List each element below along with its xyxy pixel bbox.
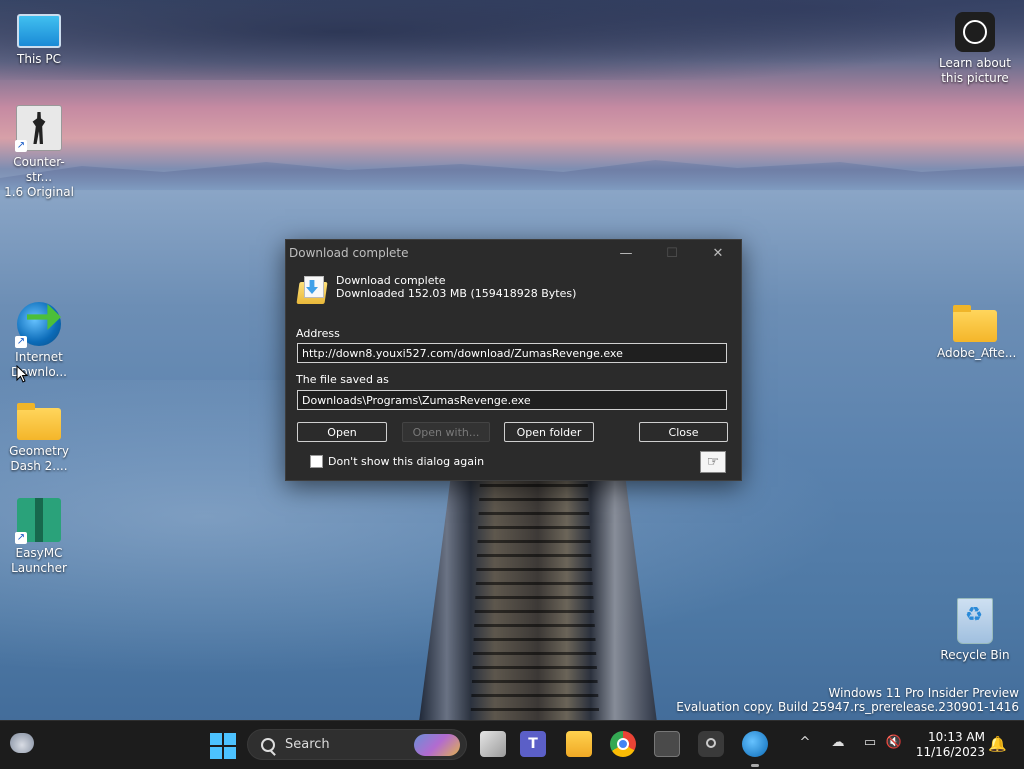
desktop-icon-label: This PC [17,52,61,66]
teams-icon[interactable]: T [520,731,546,757]
maximize-icon: ☐ [666,245,678,261]
network-icon[interactable]: ▭ [860,735,880,750]
desktop-icon-label: Learn about [939,56,1011,70]
internet-download-manager-icon: ↗ [15,302,61,348]
desktop-icon-recycle-bin[interactable]: Recycle Bin [937,598,1013,663]
mouse-cursor-icon [16,365,28,383]
desktop-icon-label: EasyMC [15,546,63,560]
calculator-icon[interactable] [654,731,680,757]
search-label: Search [285,737,330,752]
volume-muted-icon[interactable]: 🔇 [884,735,904,750]
address-field[interactable] [297,343,727,363]
open-with-button[interactable]: Open with... [402,422,490,442]
folder-icon [953,305,997,342]
recycle-bin-icon [957,598,993,644]
windows-watermark: Windows 11 Pro Insider Preview Evaluatio… [676,686,1019,714]
cloud-offline-icon[interactable]: ☁ [828,735,848,750]
desktop-icon-label: Internet [15,350,63,364]
download-complete-dialog: Download complete — ☐ ✕ Download complet… [285,239,742,481]
minimize-button[interactable]: — [603,240,649,266]
desktop-icon-easymc[interactable]: ↗ EasyMC Launcher [1,498,77,576]
clock-time: 10:13 AM [928,730,985,744]
shortcut-arrow-icon: ↗ [15,336,27,348]
wallpaper-clouds [0,0,1024,80]
running-indicator [751,764,759,767]
close-window-button[interactable]: ✕ [695,240,741,266]
desktop-icon-label: 1.6 Original [4,185,74,199]
dont-show-again-checkbox[interactable] [310,455,323,468]
open-button[interactable]: Open [297,422,387,442]
search-icon [261,737,275,752]
watermark-edition: Windows 11 Pro Insider Preview [828,686,1019,700]
close-icon: ✕ [712,245,724,261]
desktop-icon-label: this picture [941,71,1009,85]
dont-show-again-label: Don't show this dialog again [328,455,485,468]
internet-download-manager-taskbar-icon[interactable] [742,731,768,757]
camera-info-icon [955,12,995,52]
chrome-icon[interactable] [610,731,636,757]
folder-icon [17,403,61,440]
shortcut-arrow-icon: ↗ [15,140,27,152]
dialog-header: Download complete Downloaded 152.03 MB (… [296,274,576,306]
desktop-icon-label: Downlo... [11,365,67,379]
dialog-heading: Download complete [336,274,446,287]
address-label: Address [296,327,340,340]
dialog-titlebar[interactable]: Download complete — ☐ ✕ [286,240,741,266]
gift-box-icon: ↗ [15,498,61,544]
close-button[interactable]: Close [639,422,728,442]
task-view-icon[interactable] [480,731,506,757]
saved-path-field[interactable] [297,390,727,410]
this-pc-icon [17,14,61,48]
watermark-build: Evaluation copy. Build 25947.rs_prerelea… [676,700,1019,714]
open-folder-button[interactable]: Open folder [504,422,594,442]
desktop-icon-learn-about-picture[interactable]: Learn about this picture [937,12,1013,86]
search-highlight-icon [414,733,460,756]
taskbar-clock[interactable]: 10:13 AM 11/16/2023 [905,730,985,760]
notification-bell-icon[interactable]: 🔔 [988,735,1007,753]
desktop-icon-label: Launcher [11,561,67,575]
wallpaper-pier-planks [470,470,600,730]
desktop-icon-this-pc[interactable]: This PC [1,10,77,67]
dont-show-again-row[interactable]: Don't show this dialog again [310,455,484,468]
desktop-icon-label: Dash 2.... [10,459,68,473]
shortcut-arrow-icon: ↗ [15,532,27,544]
weather-widget-icon[interactable] [10,733,34,753]
taskbar-search-box[interactable]: Search [247,729,467,760]
tray-chevron-icon[interactable]: ^ [795,735,815,750]
download-size-text: Downloaded 152.03 MB (159418928 Bytes) [336,287,577,300]
minimize-icon: — [619,245,633,261]
desktop-icon-label: Recycle Bin [940,648,1010,662]
counter-strike-icon: ↗ [15,105,62,152]
desktop-icon-counter-strike[interactable]: ↗ Counter-str... 1.6 Original [1,105,77,200]
desktop-icon-label: Counter-str... [13,155,65,184]
start-button[interactable] [210,733,236,759]
desktop-icon-label: Adobe_Afte... [937,346,1017,360]
hand-pointer-icon[interactable]: ☞ [700,451,726,473]
dialog-title: Download complete [289,246,409,260]
desktop-icon-internet-download-manager[interactable]: ↗ Internet Downlo... [1,302,77,380]
maximize-button[interactable]: ☐ [649,240,695,266]
saved-as-label: The file saved as [296,373,389,386]
desktop-icon-adobe-after[interactable]: Adobe_Afte... [937,302,1017,361]
clock-date: 11/16/2023 [915,745,985,759]
wallpaper-mountains [0,160,1024,190]
taskbar: Search T ^ ☁ ▭ 🔇 10:13 AM 11/16/2023 🔔 [0,720,1024,769]
desktop-icon-label: Geometry [9,444,69,458]
file-explorer-icon[interactable] [566,731,592,757]
download-folder-icon [296,274,328,306]
camera-icon[interactable] [698,731,724,757]
desktop-icon-geometry-dash[interactable]: Geometry Dash 2.... [1,400,77,474]
